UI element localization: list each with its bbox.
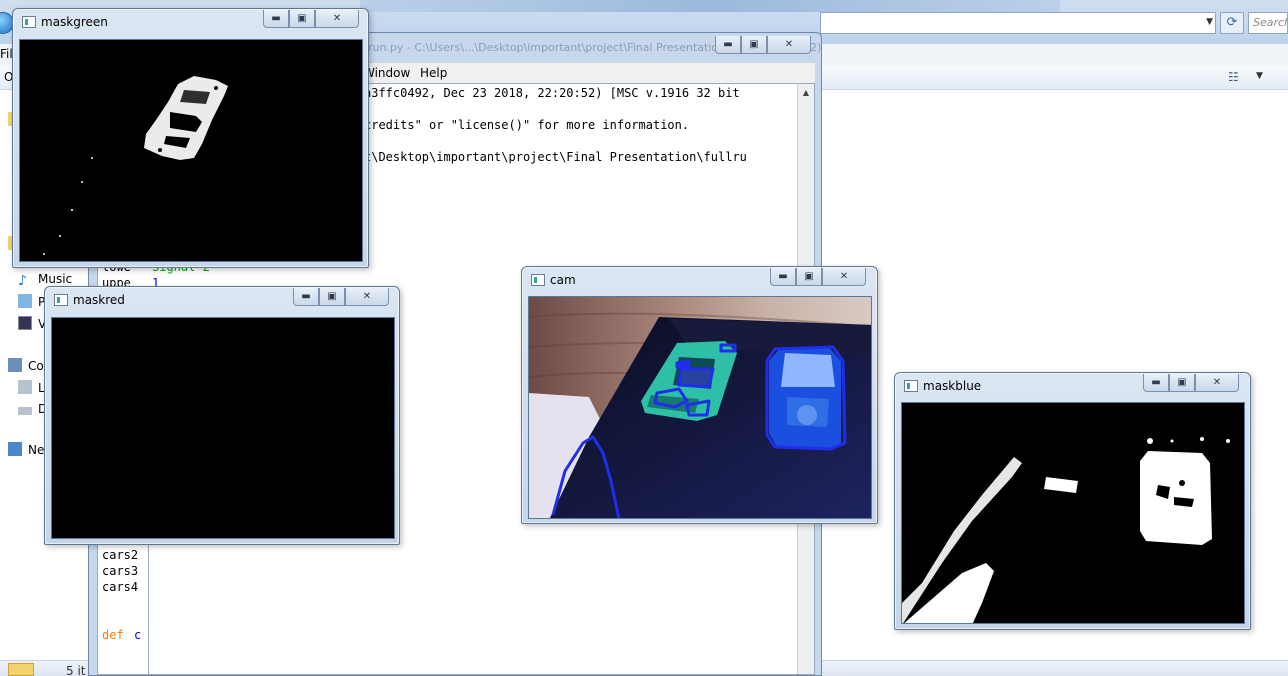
views-icon[interactable]: ☷ xyxy=(1228,70,1239,84)
minimize-button[interactable]: ▬ xyxy=(263,10,289,28)
maximize-button[interactable]: ▣ xyxy=(289,10,315,28)
window-title: maskgreen xyxy=(41,15,108,29)
mask-blue-blob xyxy=(902,437,1230,623)
app-icon xyxy=(54,294,68,306)
camera-scene xyxy=(529,297,871,518)
close-button[interactable]: ✕ xyxy=(315,10,359,28)
computer-icon xyxy=(8,358,22,372)
refresh-icon[interactable]: ⟳ xyxy=(1220,12,1244,34)
window-controls: ▬ ▣ ✕ xyxy=(715,36,811,55)
nav-item-drive[interactable]: D xyxy=(18,402,47,418)
app-icon xyxy=(904,380,918,392)
maximize-button[interactable]: ▣ xyxy=(741,36,767,54)
maximize-button[interactable]: ▣ xyxy=(1169,374,1195,392)
network-icon xyxy=(8,442,22,456)
chevron-down-icon[interactable]: ▼ xyxy=(1206,17,1213,27)
minimize-button[interactable]: ▬ xyxy=(770,268,796,286)
pictures-icon xyxy=(18,294,32,308)
search-input[interactable]: Search xyxy=(1248,12,1288,34)
nav-item-network[interactable]: Ne xyxy=(8,442,44,458)
code-line: a3ffc0492, Dec 23 2018, 22:20:52) [MSC v… xyxy=(364,86,740,100)
music-icon: ♪ xyxy=(18,273,27,289)
code-function: c xyxy=(134,628,142,642)
code-line: cars4 xyxy=(102,580,139,594)
mask-image xyxy=(19,39,363,262)
address-bar[interactable]: ▼ xyxy=(820,12,1216,34)
window-controls: ▬ ▣ ✕ xyxy=(293,288,389,307)
close-button[interactable]: ✕ xyxy=(822,268,866,286)
menu-window[interactable]: Window xyxy=(363,66,410,80)
mask-image xyxy=(51,317,395,539)
window-title: cam xyxy=(550,273,576,287)
app-icon xyxy=(22,16,36,28)
minimize-button[interactable]: ▬ xyxy=(293,288,319,306)
minimize-button[interactable]: ▬ xyxy=(715,36,741,54)
close-button[interactable]: ✕ xyxy=(1195,374,1239,392)
videos-icon xyxy=(18,316,32,330)
nav-item-local-disk[interactable]: L xyxy=(18,380,45,396)
window-title: maskblue xyxy=(923,379,982,393)
explorer-blurred-header xyxy=(360,0,1060,12)
code-line: cars2 xyxy=(102,548,139,562)
code-line: cars3 xyxy=(102,564,139,578)
nav-item-label: Co xyxy=(28,359,44,373)
cam-window[interactable]: cam ▬ ▣ ✕ xyxy=(521,266,878,524)
window-title: maskred xyxy=(73,293,125,307)
blue-car xyxy=(769,347,841,449)
mask-image xyxy=(901,402,1245,624)
camera-feed xyxy=(528,296,872,519)
nav-item-computer[interactable]: Co xyxy=(8,358,44,374)
minimize-button[interactable]: ▬ xyxy=(1143,374,1169,392)
mask-green-blob xyxy=(43,76,228,255)
code-line: credits" or "license()" for more informa… xyxy=(364,118,690,132)
maskred-window[interactable]: maskred ▬ ▣ ✕ xyxy=(44,286,400,545)
nav-item-label: Ne xyxy=(28,443,45,457)
code-line: t\Desktop\important\project\Final Presen… xyxy=(364,150,747,164)
close-button[interactable]: ✕ xyxy=(345,288,389,306)
code-keyword: def xyxy=(102,628,124,642)
app-icon xyxy=(531,274,545,286)
folder-icon xyxy=(8,663,34,676)
nav-item-label: Music xyxy=(38,272,73,286)
scroll-up-icon[interactable]: ▲ xyxy=(798,84,814,101)
chevron-down-icon[interactable]: ▼ xyxy=(1256,71,1263,81)
item-count: 5 it xyxy=(66,664,86,676)
window-controls: ▬ ▣ ✕ xyxy=(770,268,866,287)
window-controls: ▬ ▣ ✕ xyxy=(263,10,359,29)
close-button[interactable]: ✕ xyxy=(767,36,811,54)
nav-item-pictures[interactable]: P xyxy=(18,294,45,310)
maximize-button[interactable]: ▣ xyxy=(796,268,822,286)
maskblue-window[interactable]: maskblue ▬ ▣ ✕ xyxy=(894,372,1251,630)
nav-item-videos[interactable]: V xyxy=(18,316,46,332)
window-controls: ▬ ▣ ✕ xyxy=(1143,374,1239,393)
maximize-button[interactable]: ▣ xyxy=(319,288,345,306)
maskgreen-window[interactable]: maskgreen ▬ ▣ ✕ xyxy=(12,8,369,268)
drive-icon xyxy=(18,407,32,415)
menu-help[interactable]: Help xyxy=(420,66,447,80)
drive-icon xyxy=(18,380,32,394)
